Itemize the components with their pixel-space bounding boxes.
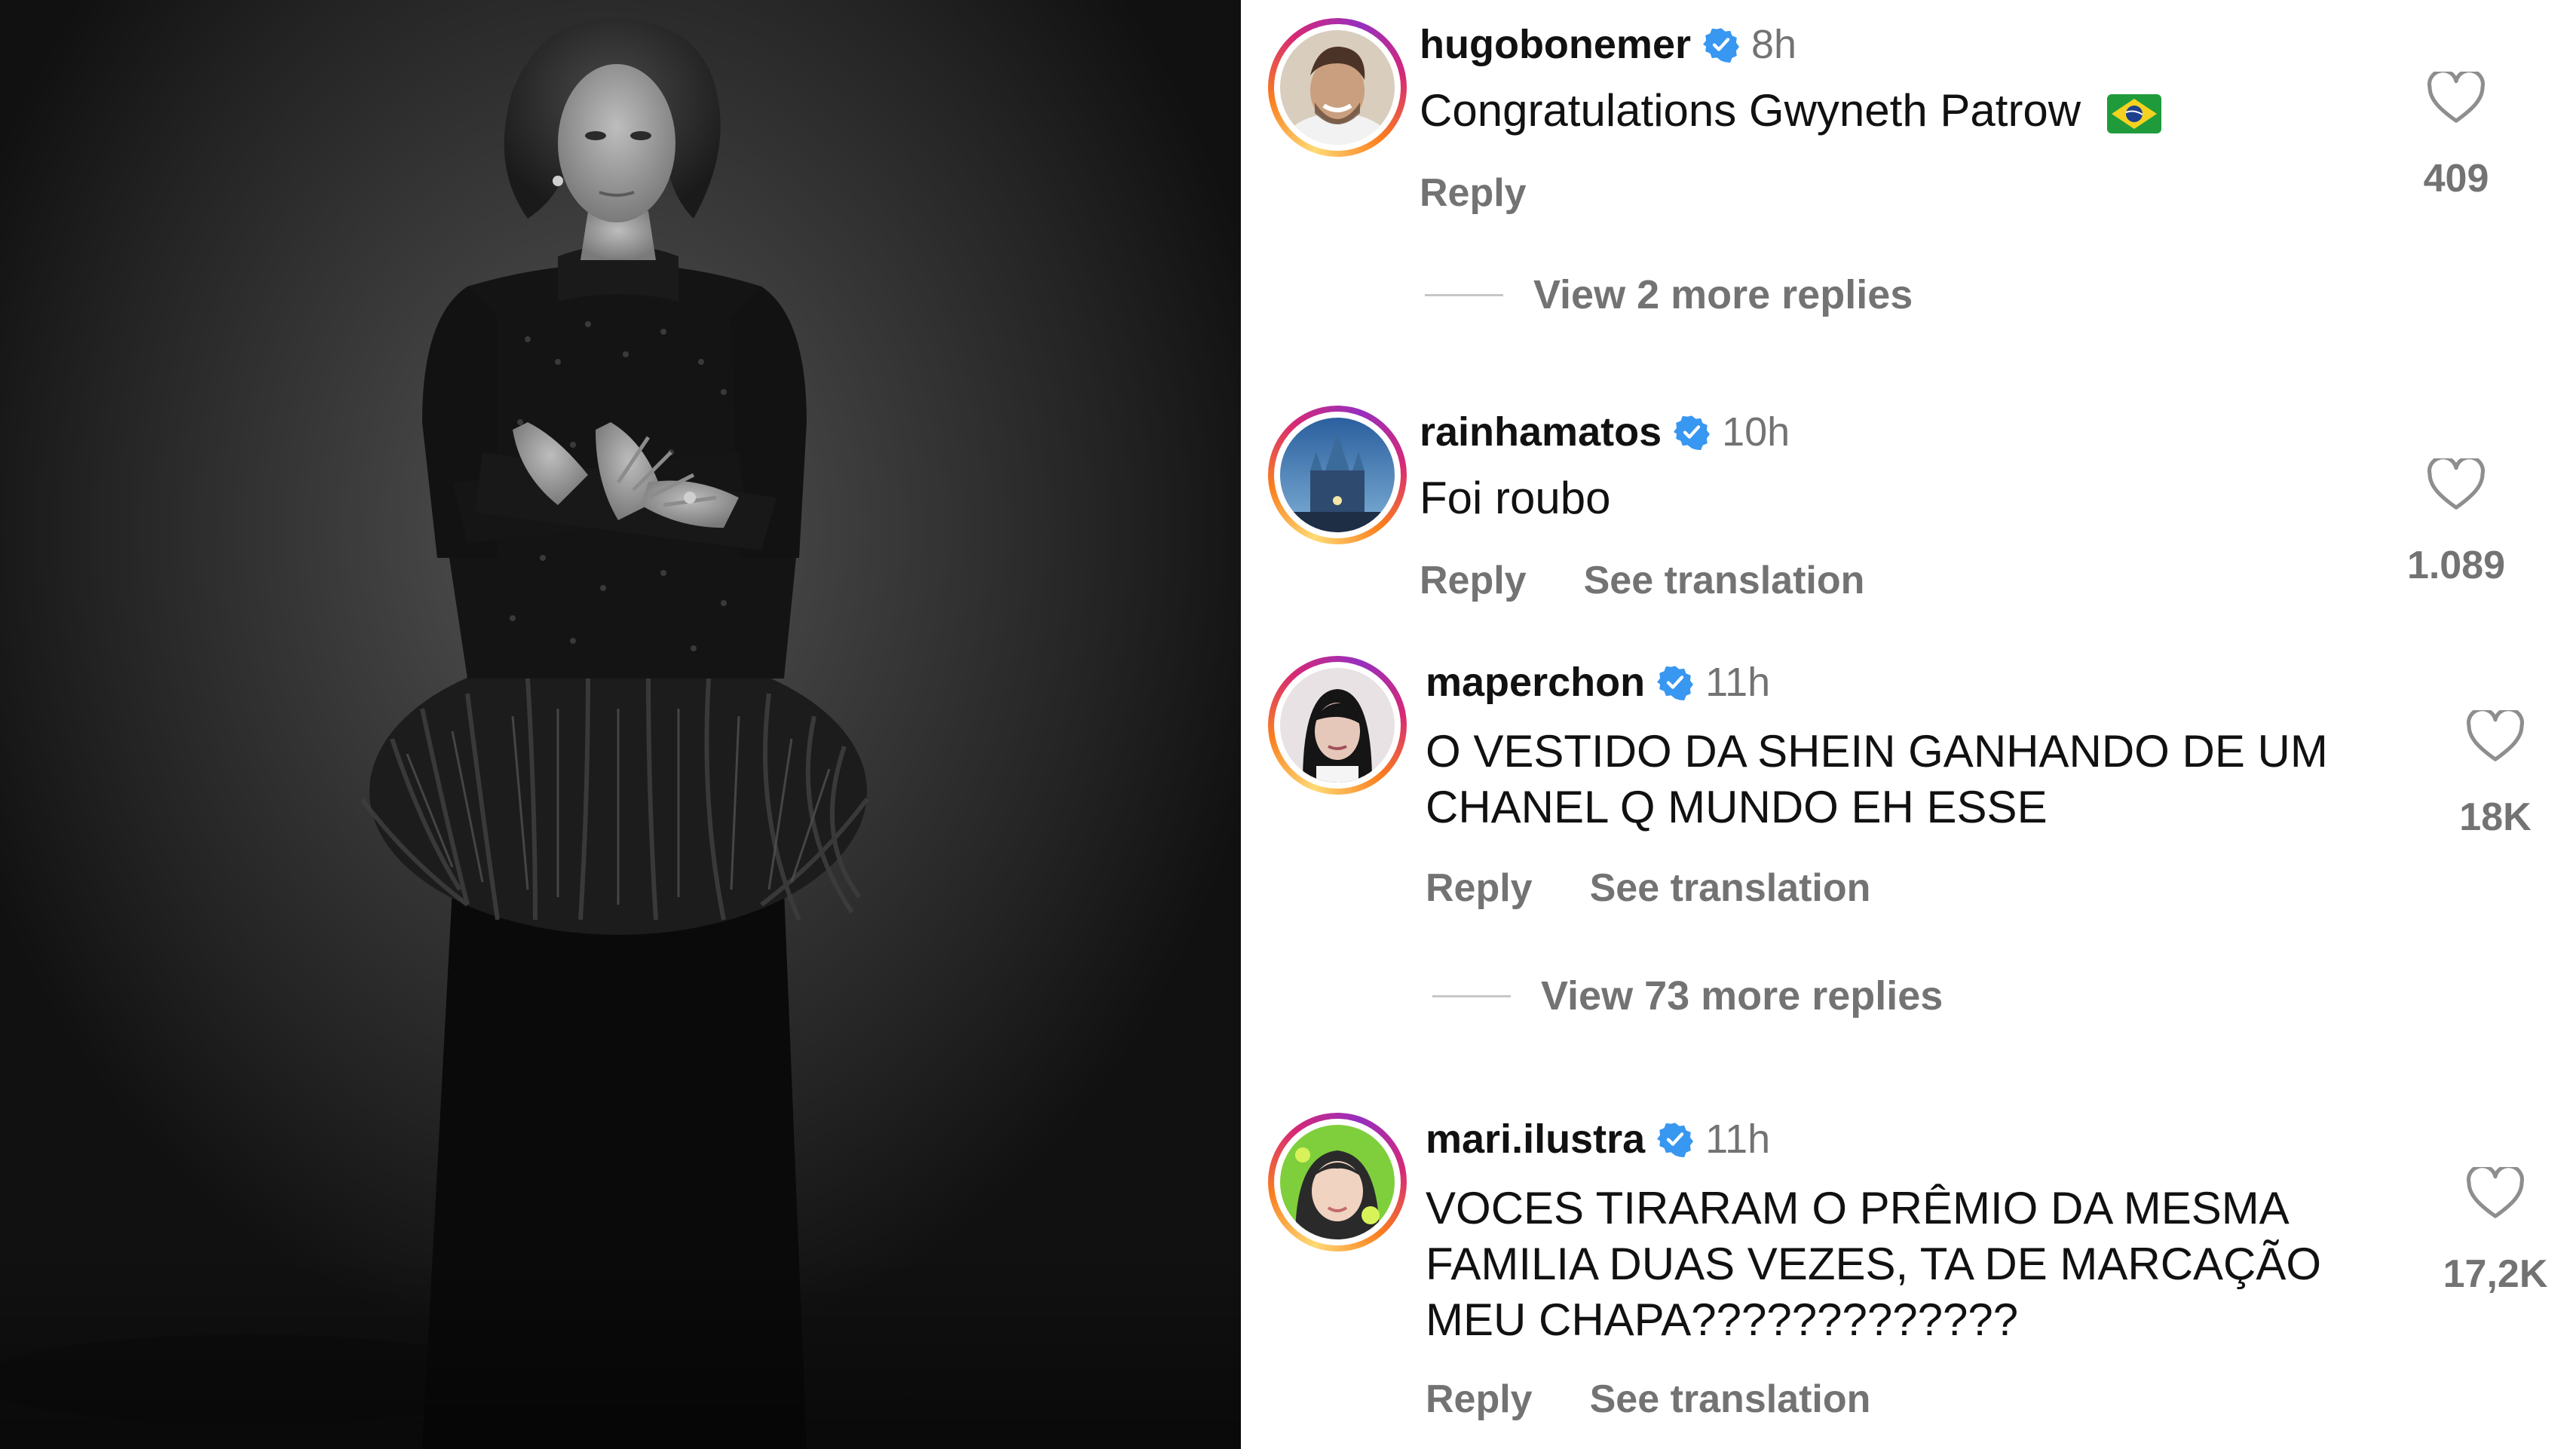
avatar-image bbox=[1280, 418, 1395, 532]
comment-actions: Reply See translation bbox=[1420, 558, 1864, 603]
like-count: 1.089 bbox=[2406, 544, 2506, 587]
view-more-replies-label: View 73 more replies bbox=[1541, 973, 1943, 1019]
reply-button[interactable]: Reply bbox=[1420, 558, 1527, 603]
comment-text-line: CHANEL Q MUNDO EH ESSE bbox=[1426, 782, 2048, 832]
view-more-replies-label: View 2 more replies bbox=[1533, 272, 1913, 317]
username[interactable]: mari.ilustra bbox=[1426, 1116, 1645, 1163]
avatar[interactable] bbox=[1268, 18, 1407, 157]
divider-line bbox=[1425, 293, 1503, 296]
verified-badge-icon bbox=[1657, 1123, 1694, 1157]
heart-icon[interactable] bbox=[2427, 72, 2486, 124]
divider-line bbox=[1432, 994, 1511, 997]
avatar-image bbox=[1280, 30, 1395, 145]
verified-badge-icon bbox=[1657, 666, 1694, 700]
like-control: 18K bbox=[2450, 710, 2541, 840]
username[interactable]: rainhamatos bbox=[1420, 409, 1662, 455]
comment-text-line: Foi roubo bbox=[1420, 473, 1611, 523]
avatar[interactable] bbox=[1268, 406, 1407, 544]
comment-actions: Reply See translation bbox=[1426, 1377, 1870, 1422]
view-more-replies-button[interactable]: View 73 more replies bbox=[1432, 973, 1943, 1019]
brazil-flag-icon bbox=[2106, 94, 2161, 134]
avatar[interactable] bbox=[1268, 1113, 1407, 1251]
comment-time: 8h bbox=[1751, 22, 1797, 67]
comment-text-line: MEU CHAPA????????????? bbox=[1426, 1294, 2019, 1345]
comment-text: Congratulations Gwyneth Patrow bbox=[1420, 83, 2161, 139]
comment-text-line: FAMILIA DUAS VEZES, TA DE MARCAÇÃO bbox=[1426, 1239, 2322, 1289]
avatar-image bbox=[1280, 1125, 1395, 1239]
heart-icon[interactable] bbox=[2466, 710, 2525, 763]
comment-text: O VESTIDO DA SHEIN GANHANDO DE UM CHANEL… bbox=[1426, 724, 2328, 835]
avatar[interactable] bbox=[1268, 656, 1407, 795]
like-count: 409 bbox=[2423, 157, 2489, 201]
see-translation-button[interactable]: See translation bbox=[1590, 1377, 1871, 1422]
see-translation-button[interactable]: See translation bbox=[1590, 865, 1871, 911]
comment-time: 11h bbox=[1705, 660, 1771, 705]
reply-button[interactable]: Reply bbox=[1420, 170, 1527, 216]
comment-text-line: VOCES TIRARAM O PRÊMIO DA MESMA bbox=[1426, 1183, 2290, 1233]
comment-actions: Reply bbox=[1420, 170, 1527, 216]
comment-text: Foi roubo bbox=[1420, 470, 1610, 526]
username[interactable]: maperchon bbox=[1426, 659, 1645, 706]
username[interactable]: hugobonemer bbox=[1420, 21, 1691, 68]
comment-actions: Reply See translation bbox=[1426, 865, 1870, 911]
comment-text-line: O VESTIDO DA SHEIN GANHANDO DE UM bbox=[1426, 726, 2328, 777]
heart-icon[interactable] bbox=[2466, 1167, 2525, 1220]
heart-icon[interactable] bbox=[2427, 458, 2486, 511]
verified-badge-icon bbox=[1674, 415, 1711, 450]
like-control: 17,2K bbox=[2443, 1167, 2548, 1297]
like-control: 409 bbox=[2411, 72, 2501, 201]
view-more-replies-button[interactable]: View 2 more replies bbox=[1425, 271, 1913, 318]
like-count: 18K bbox=[2459, 795, 2532, 839]
comment-time: 11h bbox=[1705, 1117, 1771, 1162]
avatar-image bbox=[1280, 668, 1395, 783]
verified-badge-icon bbox=[1703, 28, 1739, 63]
woman-in-black-gown-figure bbox=[0, 18, 869, 1449]
portrait-photo bbox=[0, 0, 1241, 1449]
comment-text: VOCES TIRARAM O PRÊMIO DA MESMA FAMILIA … bbox=[1426, 1181, 2321, 1348]
comments-panel: hugobonemer 8h Congratulations Gwyneth P… bbox=[1241, 0, 2576, 1449]
reply-button[interactable]: Reply bbox=[1426, 865, 1533, 911]
see-translation-button[interactable]: See translation bbox=[1584, 558, 1865, 603]
comment-time: 10h bbox=[1722, 409, 1790, 455]
reply-button[interactable]: Reply bbox=[1426, 1377, 1533, 1422]
comment-text-line: Congratulations Gwyneth Patrow bbox=[1420, 85, 2081, 136]
like-count: 17,2K bbox=[2443, 1252, 2548, 1296]
like-control: 1.089 bbox=[2407, 458, 2505, 588]
